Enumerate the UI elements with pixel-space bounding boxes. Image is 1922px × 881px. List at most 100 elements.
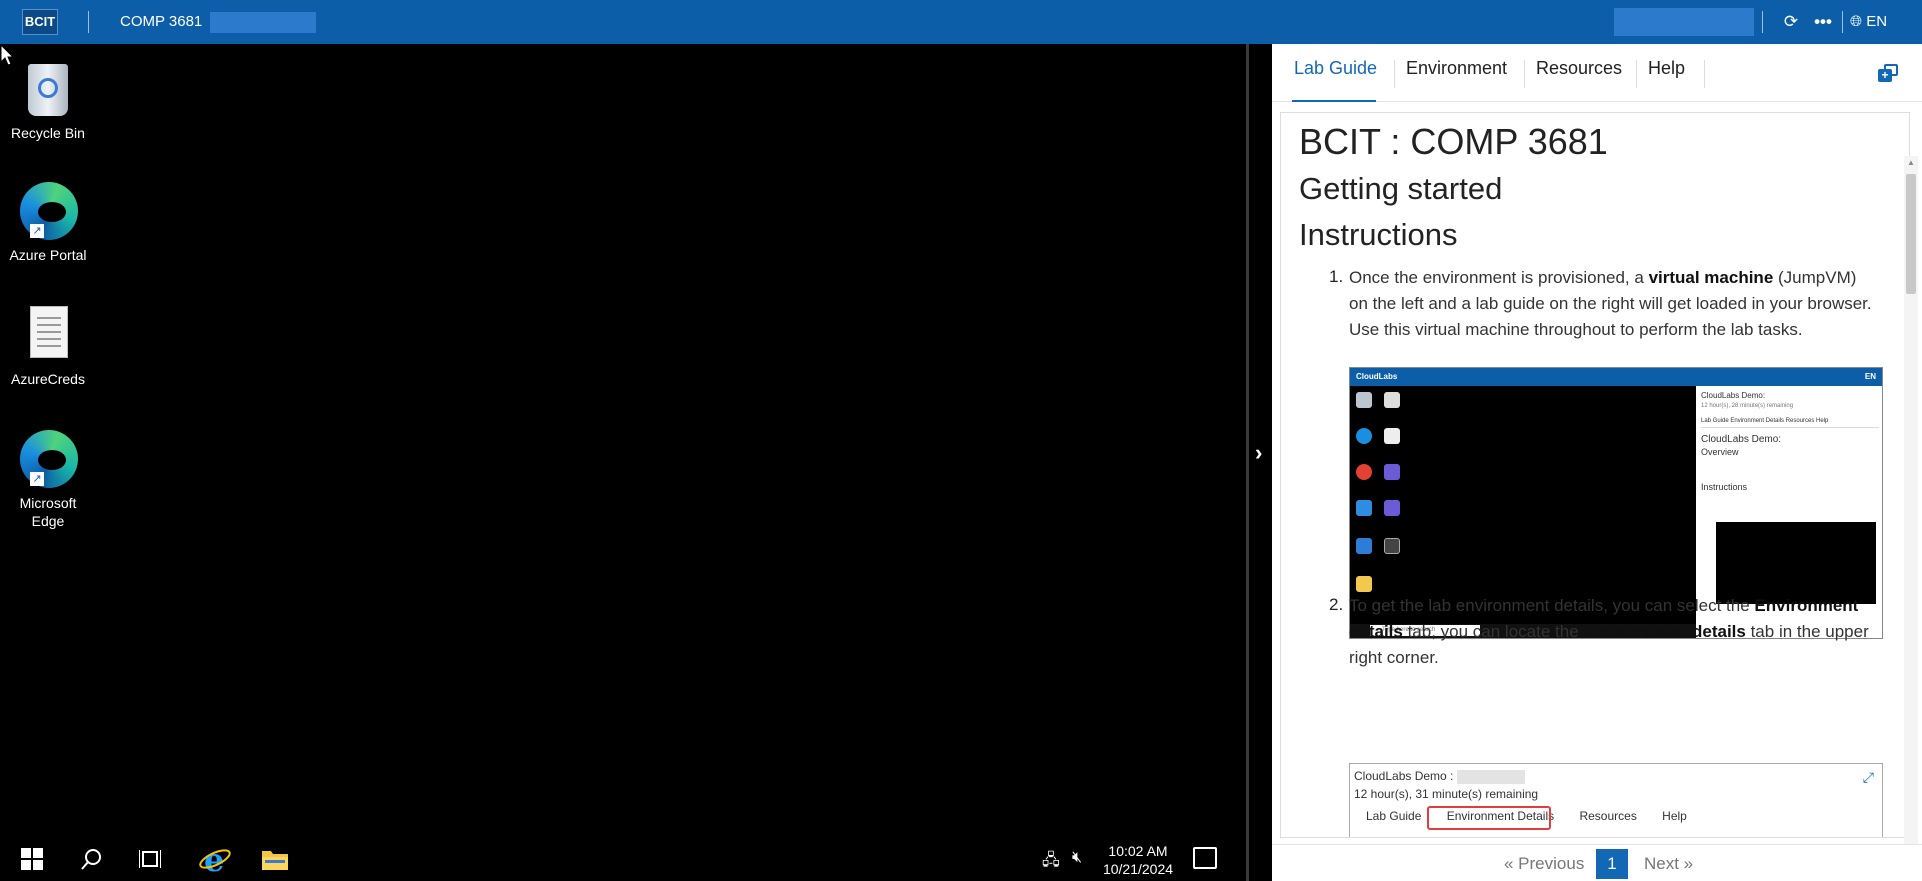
active-tab-indicator bbox=[1292, 100, 1376, 102]
desktop-icon-recycle-bin[interactable]: Recycle Bin bbox=[6, 56, 90, 142]
start-button[interactable] bbox=[10, 837, 54, 881]
step-1-text: Once the environment is provisioned, a v… bbox=[1349, 265, 1873, 343]
screenshot-top-bar: CloudLabs EN bbox=[1350, 368, 1882, 386]
more-icon[interactable]: ••• bbox=[1812, 10, 1834, 34]
task-view-button[interactable] bbox=[128, 837, 172, 881]
screenshot2-tab: Help bbox=[1662, 809, 1687, 823]
screenshot-pane-instructions: Instructions bbox=[1701, 482, 1748, 492]
scroll-thumb[interactable] bbox=[1906, 174, 1916, 294]
section-heading-getting-started: Getting started bbox=[1299, 171, 1503, 206]
shortcut-arrow-icon: ↗ bbox=[30, 224, 44, 238]
clock-time: 10:02 AM bbox=[1108, 843, 1168, 859]
desktop-icon-label: AzureCreds bbox=[11, 371, 85, 387]
shortcut-arrow-icon: ↗ bbox=[30, 472, 44, 486]
screenshot-pane-tabs: Lab Guide Environment Details Resources … bbox=[1701, 416, 1879, 428]
text-document-icon bbox=[16, 302, 80, 366]
bcit-logo: BCIT bbox=[22, 9, 58, 35]
system-clock[interactable]: 10:02 AM 10/21/2024 bbox=[1098, 842, 1178, 878]
step-number: 2. bbox=[1329, 595, 1344, 614]
mini-terminal-icon bbox=[1384, 392, 1400, 408]
mini-recycle-bin-icon bbox=[1356, 392, 1372, 408]
step-text: Once the environment is provisioned, a bbox=[1349, 268, 1649, 287]
next-page-link[interactable]: Next » bbox=[1644, 854, 1693, 874]
tab-help[interactable]: Help bbox=[1648, 58, 1685, 79]
section-heading-instructions: Instructions bbox=[1299, 217, 1458, 252]
desktop-icon-azurecreds[interactable]: AzureCreds bbox=[6, 302, 90, 388]
mini-terminal-icon bbox=[1384, 538, 1400, 554]
volume-muted-icon[interactable]: 🔇︎ bbox=[1072, 849, 1082, 867]
divider bbox=[1762, 11, 1763, 33]
redacted-name bbox=[1456, 769, 1525, 784]
network-icon[interactable]: 🖧︎ bbox=[1042, 849, 1060, 876]
tab-separator bbox=[1704, 60, 1705, 88]
mouse-cursor-icon bbox=[0, 44, 15, 66]
globe-icon: 🌐︎ bbox=[1850, 13, 1863, 30]
search-button[interactable] bbox=[70, 837, 114, 881]
mini-vscode-icon bbox=[1356, 538, 1372, 554]
divider bbox=[88, 11, 89, 33]
internet-explorer-button[interactable]: e bbox=[190, 837, 240, 881]
screenshot2-tab: Resources bbox=[1579, 809, 1637, 823]
mini-app-icon bbox=[1384, 464, 1400, 480]
desktop-icon-microsoft-edge[interactable]: ↗ Microsoft Edge bbox=[6, 426, 90, 530]
desktop-icon-label: Recycle Bin bbox=[11, 125, 85, 141]
course-title: COMP 3681 bbox=[120, 13, 203, 30]
clock-date: 10/21/2024 bbox=[1102, 861, 1174, 877]
tab-resources[interactable]: Resources bbox=[1536, 58, 1622, 79]
internet-explorer-icon: e bbox=[199, 841, 231, 879]
refresh-icon[interactable]: ⟳ bbox=[1780, 10, 1802, 34]
tab-separator bbox=[1636, 60, 1637, 88]
screenshot-pane-heading: CloudLabs Demo: bbox=[1701, 434, 1782, 445]
panel-tabs: Lab Guide Environment Resources Help + bbox=[1272, 44, 1922, 102]
tab-environment[interactable]: Environment bbox=[1406, 58, 1507, 79]
pagination: « Previous 1 Next » bbox=[1272, 844, 1922, 881]
screenshot-brand: CloudLabs bbox=[1356, 372, 1398, 381]
step-bold-text: virtual machine bbox=[1648, 268, 1774, 287]
open-new-window-icon[interactable]: + bbox=[1878, 64, 1898, 82]
screenshot-pane-overview: Overview bbox=[1701, 447, 1739, 457]
top-bar: BCIT COMP 3681 ⟳ ••• 🌐︎ EN bbox=[0, 0, 1922, 44]
notification-center-icon[interactable] bbox=[1193, 847, 1217, 869]
taskbar: e 🖧︎ 🔇︎ 10:02 AM 10/21/2024 bbox=[0, 837, 1246, 881]
screenshot2-time: 12 hour(s), 31 minute(s) remaining bbox=[1354, 787, 1539, 801]
desktop-icon-label: Microsoft Edge bbox=[19, 495, 77, 529]
language-selector[interactable]: 🌐︎ EN bbox=[1850, 13, 1887, 30]
tab-lab-guide[interactable]: Lab Guide bbox=[1294, 58, 1377, 79]
desktop-icon-label: Azure Portal bbox=[9, 247, 87, 263]
desktop-icon-azure-portal[interactable]: ↗ Azure Portal bbox=[6, 178, 90, 264]
content-scrollbar[interactable]: ▲ ▼ bbox=[1904, 156, 1918, 881]
panel-toggle[interactable]: › bbox=[1246, 44, 1272, 881]
lab-guide-panel: Lab Guide Environment Resources Help + B… bbox=[1272, 44, 1922, 881]
step-2-text: To get the lab environment details, you … bbox=[1349, 593, 1873, 671]
search-icon bbox=[81, 849, 101, 870]
screenshot-nested-image bbox=[1716, 522, 1876, 604]
lab-guide-content: BCIT : COMP 3681 Getting started Instruc… bbox=[1280, 112, 1910, 838]
mini-python-icon bbox=[1356, 576, 1372, 592]
expand-icon: ⤢ bbox=[1862, 769, 1874, 785]
divider bbox=[1842, 11, 1843, 33]
mini-app-icon bbox=[1384, 500, 1400, 516]
screenshot2-title: CloudLabs Demo : bbox=[1354, 769, 1454, 783]
chevron-right-icon: › bbox=[1255, 440, 1263, 465]
step-text: tab, you can locate the bbox=[1402, 622, 1584, 641]
step-number: 1. bbox=[1329, 267, 1344, 286]
redacted-name bbox=[210, 12, 316, 33]
current-page-button[interactable]: 1 bbox=[1596, 849, 1628, 879]
mini-chrome-icon bbox=[1356, 464, 1372, 480]
folder-icon bbox=[262, 851, 288, 870]
previous-page-link[interactable]: « Previous bbox=[1504, 854, 1584, 874]
step-text: To get the lab environment details, you … bbox=[1349, 596, 1755, 615]
svg-text:e: e bbox=[204, 843, 224, 875]
mini-onedrive-icon bbox=[1356, 500, 1372, 516]
step-bold-text: Environment details bbox=[1583, 622, 1746, 641]
redacted-user bbox=[1614, 8, 1754, 36]
screenshot-pane-time: 12 hour(s), 28 minute(s) remaining bbox=[1701, 403, 1794, 409]
screenshot-lang: EN bbox=[1864, 372, 1876, 381]
file-explorer-button[interactable] bbox=[250, 837, 300, 881]
recycle-bin-icon bbox=[16, 56, 80, 120]
edge-icon: ↗ bbox=[16, 426, 80, 490]
scroll-up-icon[interactable]: ▲ bbox=[1907, 158, 1915, 167]
screenshot2-tab: Lab Guide bbox=[1366, 809, 1422, 823]
language-label: EN bbox=[1866, 13, 1888, 30]
mini-document-icon bbox=[1384, 428, 1400, 444]
